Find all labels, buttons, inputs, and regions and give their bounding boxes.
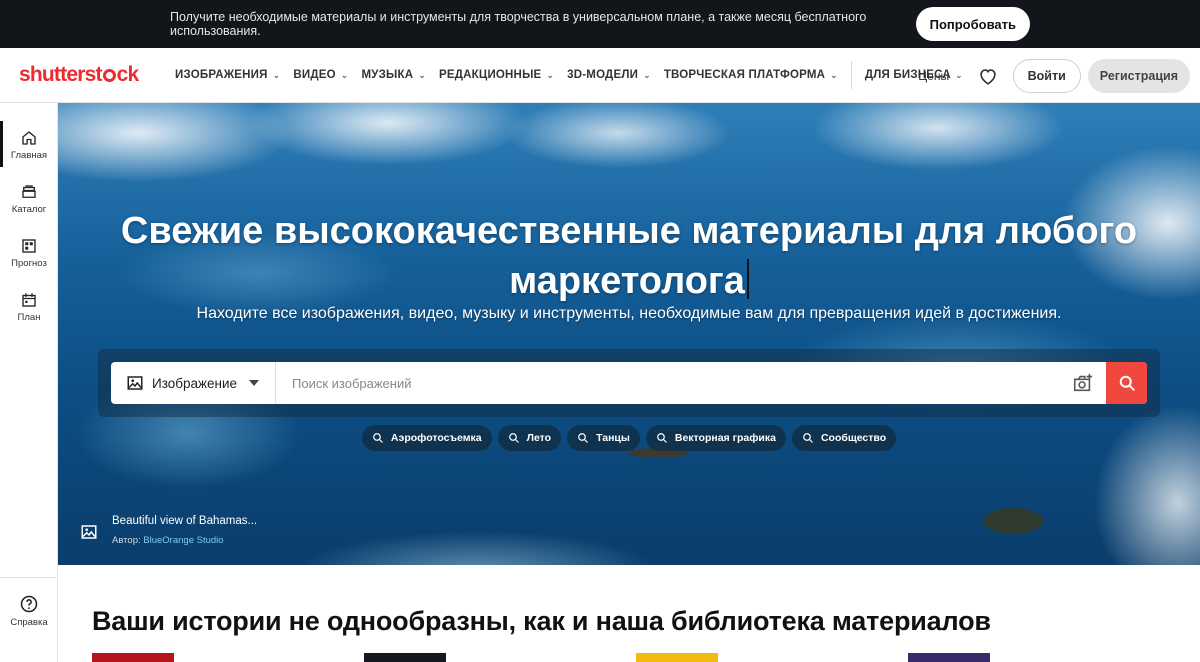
heart-icon[interactable]: [977, 65, 999, 87]
forecast-icon: [22, 239, 36, 253]
chip-dance[interactable]: Танцы: [567, 425, 640, 451]
chevron-down-icon: ⌄: [272, 69, 281, 80]
suggestion-chips: Аэрофотосъемка Лето Танцы Векторная граф…: [58, 425, 1200, 451]
sidebar: Главная Каталог Прогноз План Справка: [0, 103, 58, 662]
chip-label: Аэрофотосъемка: [390, 432, 482, 444]
prices-label: Цены: [918, 68, 950, 83]
hero-title: Свежие высококачественные материалы для …: [58, 206, 1200, 306]
search-input[interactable]: [276, 362, 1072, 404]
header: shutterst ck ИЗОБРАЖЕНИЯ ⌄ ВИДЕО ⌄ МУЗЫКА ⌄ …: [0, 48, 1200, 103]
sidebar-item-catalog[interactable]: Каталог: [0, 183, 58, 215]
nav-video[interactable]: ВИДЕО ⌄: [293, 69, 348, 81]
nav-video-label: ВИДЕО: [293, 69, 336, 81]
sidebar-item-label: Главная: [10, 150, 48, 161]
nav-creative-platform-label: ТВОРЧЕСКАЯ ПЛАТФОРМА: [663, 69, 826, 81]
text-caret: [746, 259, 749, 299]
home-icon: [22, 131, 36, 145]
caret-down-icon: [249, 380, 260, 386]
hero-subtitle: Находите все изображения, видео, музыку …: [196, 305, 1062, 322]
chevron-down-icon: ⌄: [340, 69, 349, 80]
sidebar-item-plan[interactable]: План: [0, 291, 58, 323]
chip-label: Лето: [526, 432, 552, 444]
nav-divider: [850, 61, 852, 89]
chip-label: Векторная графика: [674, 432, 776, 444]
search-icon: [578, 433, 589, 443]
chevron-down-icon: ⌄: [955, 70, 963, 80]
header-actions: Цены ⌄ Войти Регистрация: [918, 48, 1190, 103]
chevron-down-icon: ⌄: [830, 69, 838, 80]
help-icon: [20, 595, 38, 613]
nav-editorial-label: РЕДАКЦИОННЫЕ: [438, 69, 542, 81]
nav-music-label: МУЗЫКА: [361, 69, 414, 81]
try-button[interactable]: Попробовать: [915, 7, 1030, 41]
chip-community[interactable]: Сообщество: [791, 425, 897, 451]
media-thumbnail[interactable]: [364, 653, 446, 662]
search-icon: [372, 433, 383, 443]
hero-title-line2: маркетолога: [509, 260, 745, 302]
sidebar-item-label: План: [17, 312, 41, 323]
camera-search-icon[interactable]: [1072, 372, 1094, 394]
search-icon: [508, 433, 519, 443]
media-thumbnail[interactable]: [908, 653, 990, 662]
plan-icon: [22, 293, 36, 307]
chevron-down-icon: ⌄: [643, 69, 651, 80]
hero-banner: Свежие высококачественные материалы для …: [58, 103, 1200, 565]
search-bar: Изображение: [111, 362, 1147, 404]
nav-music[interactable]: МУЗЫКА ⌄: [362, 69, 426, 81]
login-button[interactable]: Войти: [1012, 58, 1081, 93]
chip-vector[interactable]: Векторная графика: [645, 425, 786, 451]
shutterstock-logo[interactable]: shutterst ck: [19, 63, 159, 87]
nav-images[interactable]: ИЗОБРАЖЕНИЯ ⌄: [175, 69, 280, 81]
register-button[interactable]: Регистрация: [1087, 58, 1190, 93]
sidebar-help[interactable]: Справка: [0, 577, 58, 628]
nav-3d-models[interactable]: 3D-МОДЕЛИ ⌄: [567, 69, 651, 81]
chevron-down-icon: ⌄: [546, 69, 555, 80]
search-button[interactable]: [1106, 362, 1147, 404]
credit-author-prefix: Автор:: [112, 535, 141, 546]
media-thumbnail[interactable]: [636, 653, 718, 662]
help-label: Справка: [10, 617, 48, 628]
chip-label: Сообщество: [820, 432, 887, 444]
credit-author: Автор: BlueOrange Studio: [112, 535, 257, 546]
image-icon[interactable]: [80, 523, 98, 541]
nav-editorial[interactable]: РЕДАКЦИОННЫЕ ⌄: [439, 69, 554, 81]
logo-text-start: shutterst: [19, 63, 102, 86]
prices-menu[interactable]: Цены ⌄: [918, 69, 962, 83]
search-type-label: Изображение: [152, 375, 238, 391]
credit-text: Beautiful view of Bahamas... Автор: Blue…: [112, 515, 257, 546]
logo-text-end: ck: [116, 63, 140, 86]
sidebar-item-label: Каталог: [11, 204, 47, 215]
chip-label: Танцы: [596, 432, 630, 444]
sidebar-item-label: Прогноз: [11, 258, 47, 269]
hero-title-line2-wrap: маркетолога: [58, 256, 1200, 306]
search-panel: Изображение: [98, 349, 1160, 417]
section-title: Ваши истории не однообразны, как и наша …: [92, 606, 991, 636]
nav-images-label: ИЗОБРАЖЕНИЯ: [175, 69, 268, 81]
chip-summer[interactable]: Лето: [497, 425, 562, 451]
catalog-icon: [22, 185, 36, 198]
sidebar-item-forecast[interactable]: Прогноз: [0, 237, 58, 269]
search-icon: [657, 433, 667, 443]
promo-text: Получите необходимые материалы и инструм…: [170, 10, 867, 38]
sidebar-item-home[interactable]: Главная: [0, 121, 58, 167]
nav-3d-models-label: 3D-МОДЕЛИ: [567, 69, 639, 81]
logo-o-ring: [102, 69, 116, 82]
search-icon: [803, 433, 813, 443]
hero-title-line1: Свежие высококачественные материалы для …: [120, 210, 1138, 252]
chevron-down-icon: ⌄: [418, 69, 426, 80]
search-icon: [1119, 375, 1135, 391]
credit-author-link[interactable]: BlueOrange Studio: [143, 535, 223, 546]
image-icon: [127, 376, 143, 390]
search-type-dropdown[interactable]: Изображение: [111, 362, 276, 404]
credit-title[interactable]: Beautiful view of Bahamas...: [112, 515, 257, 527]
island-shape: [983, 508, 1043, 534]
chip-aerial[interactable]: Аэрофотосъемка: [361, 425, 492, 451]
image-credit: Beautiful view of Bahamas... Автор: Blue…: [80, 515, 257, 546]
promo-banner: Получите необходимые материалы и инструм…: [0, 0, 1200, 48]
main-nav: ИЗОБРАЖЕНИЯ ⌄ ВИДЕО ⌄ МУЗЫКА ⌄ РЕДАКЦИОННЫЕ…: [175, 61, 951, 89]
nav-creative-platform[interactable]: ТВОРЧЕСКАЯ ПЛАТФОРМА ⌄: [664, 69, 838, 81]
media-thumbnail[interactable]: [92, 653, 174, 662]
